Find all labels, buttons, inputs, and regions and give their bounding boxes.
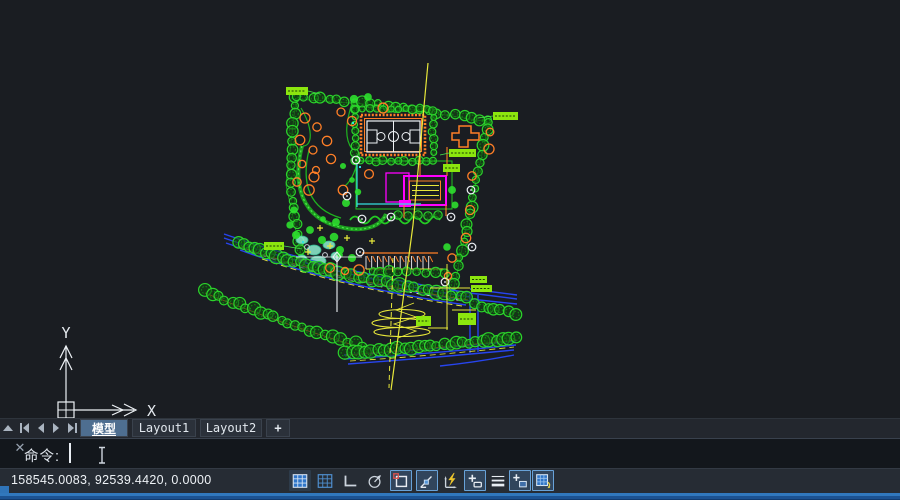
- street-trees: [199, 237, 522, 360]
- tab-prev-icon[interactable]: [33, 420, 47, 436]
- snap-toggle-icon[interactable]: [289, 470, 311, 491]
- text-caret: [69, 443, 71, 463]
- garden-paths: [298, 103, 442, 229]
- grid-toggle-icon[interactable]: [314, 470, 336, 491]
- lineweight-toggle-icon[interactable]: [487, 470, 509, 491]
- annotation-scale-toggle-icon[interactable]: [532, 470, 554, 491]
- tab-last-icon[interactable]: [65, 420, 79, 436]
- ucs-x-label: X: [147, 402, 156, 418]
- command-prompt-label: 命令:: [24, 445, 60, 466]
- quick-properties-toggle-icon[interactable]: [509, 470, 531, 491]
- add-layout-tab[interactable]: +: [266, 419, 290, 437]
- drawing-canvas[interactable]: YX: [0, 0, 900, 418]
- tab-menu-up-icon[interactable]: [1, 420, 15, 436]
- window-bottom-edge: [0, 493, 900, 500]
- basketball-court: [350, 104, 437, 166]
- object-snap-toggle-icon[interactable]: [390, 470, 412, 491]
- tab-first-icon[interactable]: [17, 420, 31, 436]
- command-line-input[interactable]: [0, 438, 900, 468]
- tab-next-icon[interactable]: [49, 420, 63, 436]
- ucs-y-label: Y: [61, 324, 70, 342]
- ucs-icon: YX: [58, 324, 156, 418]
- coordinates-readout[interactable]: 158545.0083, 92539.4420, 0.0000: [11, 473, 211, 487]
- tab-model[interactable]: 模型: [80, 419, 128, 437]
- tab-layout1[interactable]: Layout1: [132, 419, 196, 437]
- polar-tracking-toggle-icon[interactable]: [364, 470, 386, 491]
- cad-application-window: YX 模型 Layout1 Layout2 + ✕ 命令: 158545.008…: [0, 0, 900, 500]
- clubhouse-building: [452, 126, 479, 147]
- object-snap-tracking-toggle-icon[interactable]: [416, 470, 438, 491]
- tab-layout2[interactable]: Layout2: [200, 419, 262, 437]
- ortho-toggle-icon[interactable]: [339, 470, 361, 491]
- ibeam-cursor-icon: [97, 446, 107, 465]
- dynamic-input-toggle-icon[interactable]: [440, 470, 462, 491]
- dynamic-prompts-toggle-icon[interactable]: [464, 470, 486, 491]
